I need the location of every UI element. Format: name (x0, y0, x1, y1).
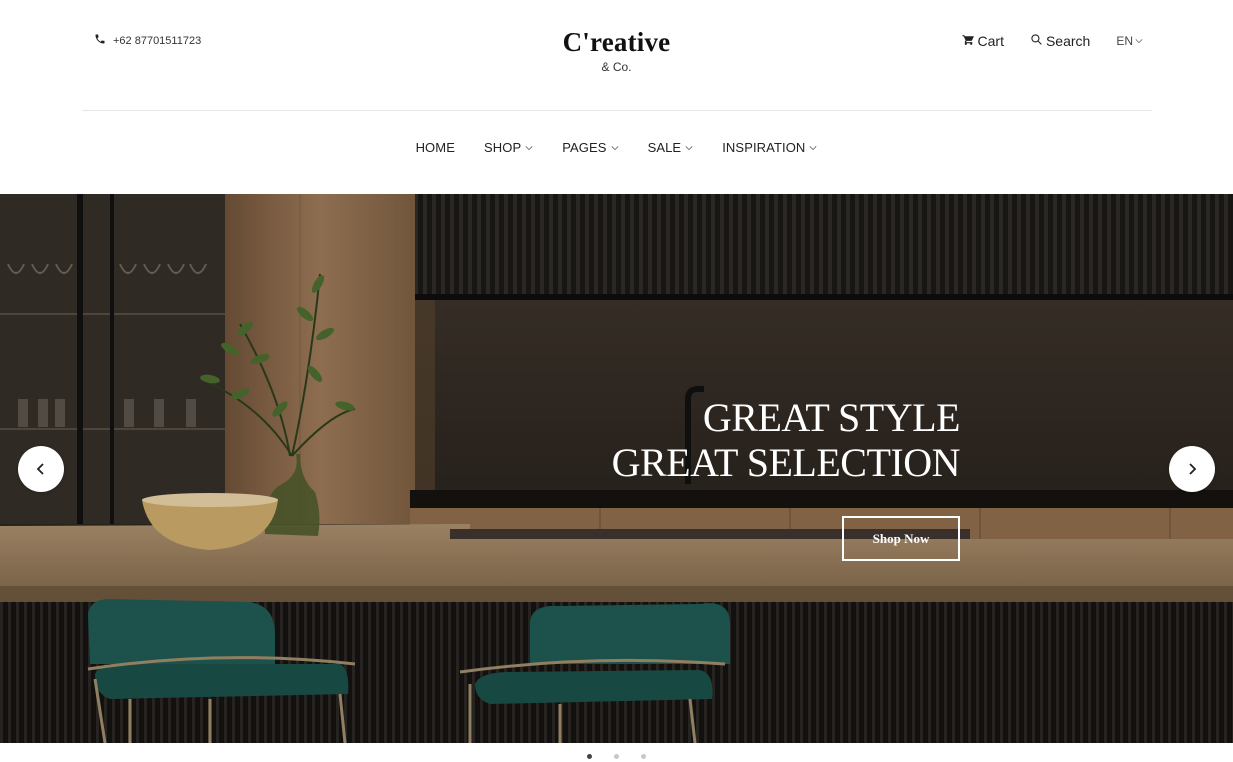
cart-label: Cart (977, 33, 1004, 49)
cart-button[interactable]: Cart (962, 33, 1004, 49)
hero-slider: GREAT STYLE GREAT SELECTION Shop Now (0, 194, 1233, 743)
chevron-down-icon (809, 145, 817, 150)
slider-dot-1[interactable] (587, 754, 592, 759)
nav-label: SALE (647, 140, 682, 155)
hero-title: GREAT STYLE GREAT SELECTION (611, 395, 961, 485)
chevron-down-icon (685, 145, 693, 150)
slider-pagination (0, 754, 1233, 759)
hero-title-line1: GREAT STYLE (702, 395, 961, 440)
nav-item-inspiration[interactable]: INSPIRATION (722, 140, 817, 155)
nav-label: HOME (415, 140, 455, 155)
header-divider (82, 110, 1152, 111)
nav-item-pages[interactable]: PAGES (562, 140, 619, 155)
slider-prev-button[interactable] (18, 446, 64, 492)
shop-now-button[interactable]: Shop Now (842, 516, 960, 561)
slider-dot-2[interactable] (614, 754, 619, 759)
chevron-left-icon (36, 463, 44, 475)
hero-title-line2: GREAT SELECTION (611, 440, 961, 485)
nav-label: INSPIRATION (722, 140, 806, 155)
search-label: Search (1045, 33, 1091, 49)
chevron-right-icon (1189, 463, 1197, 475)
nav-label: SHOP (483, 140, 522, 155)
chevron-down-icon (525, 145, 533, 150)
nav-item-sale[interactable]: SALE (648, 140, 694, 155)
language-label: EN (1116, 34, 1133, 48)
chevron-down-icon (1135, 39, 1143, 44)
language-selector[interactable]: EN (1116, 34, 1143, 48)
site-header: +62 87701511723 C'reative & Co. Cart Sea… (0, 0, 1233, 111)
cart-icon (962, 33, 975, 49)
slider-dot-3[interactable] (641, 754, 646, 759)
main-nav: HOME SHOP PAGES SALE INSPIRATION (0, 140, 1233, 155)
header-actions: Cart Search EN (962, 33, 1143, 49)
nav-label: PAGES (562, 140, 607, 155)
search-icon (1030, 33, 1043, 49)
search-button[interactable]: Search (1030, 33, 1090, 49)
nav-item-shop[interactable]: SHOP (484, 140, 533, 155)
brand-subtitle: & Co. (601, 60, 632, 74)
chevron-down-icon (611, 145, 619, 150)
slider-next-button[interactable] (1169, 446, 1215, 492)
nav-item-home[interactable]: HOME (416, 140, 455, 155)
